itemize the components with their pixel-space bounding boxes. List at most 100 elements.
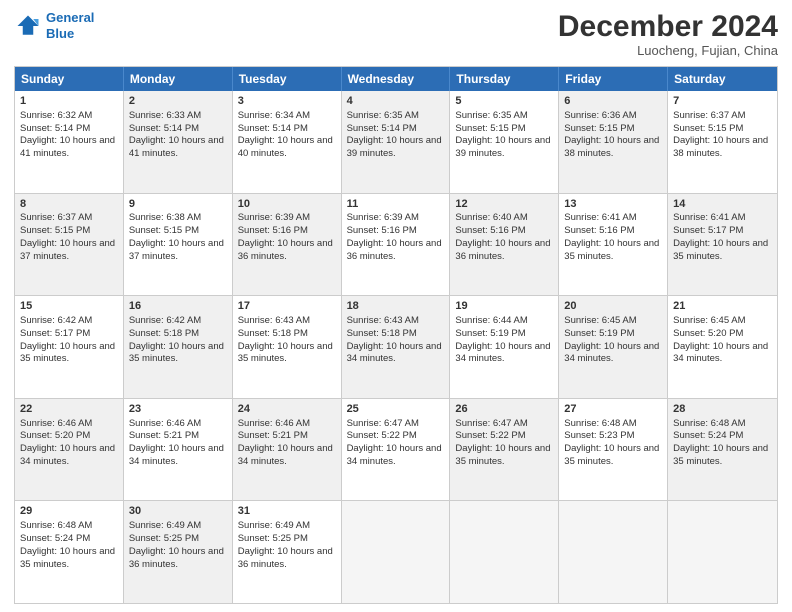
sunrise-text: Sunrise: 6:37 AM (673, 110, 745, 121)
sunrise-text: Sunrise: 6:40 AM (455, 212, 527, 223)
daylight-text: Daylight: 10 hours and 34 minutes. (564, 341, 659, 365)
sunset-text: Sunset: 5:19 PM (455, 328, 525, 339)
sunset-text: Sunset: 5:15 PM (564, 123, 634, 134)
day-number: 27 (564, 402, 662, 417)
daylight-text: Daylight: 10 hours and 36 minutes. (347, 238, 442, 262)
page: General Blue December 2024 Luocheng, Fuj… (0, 0, 792, 612)
daylight-text: Daylight: 10 hours and 36 minutes. (238, 238, 333, 262)
calendar-week-5: 29Sunrise: 6:48 AMSunset: 5:24 PMDayligh… (15, 500, 777, 603)
day-number: 19 (455, 299, 553, 314)
calendar-week-3: 15Sunrise: 6:42 AMSunset: 5:17 PMDayligh… (15, 295, 777, 398)
sunrise-text: Sunrise: 6:44 AM (455, 315, 527, 326)
day-number: 24 (238, 402, 336, 417)
logo-text: General Blue (46, 10, 94, 41)
calendar-cell: 8Sunrise: 6:37 AMSunset: 5:15 PMDaylight… (15, 194, 124, 296)
sunset-text: Sunset: 5:15 PM (673, 123, 743, 134)
sunrise-text: Sunrise: 6:48 AM (564, 418, 636, 429)
sunrise-text: Sunrise: 6:41 AM (564, 212, 636, 223)
daylight-text: Daylight: 10 hours and 39 minutes. (347, 135, 442, 159)
daylight-text: Daylight: 10 hours and 34 minutes. (673, 341, 768, 365)
daylight-text: Daylight: 10 hours and 34 minutes. (347, 341, 442, 365)
sunset-text: Sunset: 5:19 PM (564, 328, 634, 339)
sunset-text: Sunset: 5:16 PM (455, 225, 525, 236)
calendar-cell: 3Sunrise: 6:34 AMSunset: 5:14 PMDaylight… (233, 91, 342, 193)
sunset-text: Sunset: 5:14 PM (347, 123, 417, 134)
sunrise-text: Sunrise: 6:39 AM (347, 212, 419, 223)
sunset-text: Sunset: 5:16 PM (347, 225, 417, 236)
day-number: 22 (20, 402, 118, 417)
sunrise-text: Sunrise: 6:32 AM (20, 110, 92, 121)
sunrise-text: Sunrise: 6:46 AM (238, 418, 310, 429)
sunrise-text: Sunrise: 6:41 AM (673, 212, 745, 223)
sunrise-text: Sunrise: 6:43 AM (238, 315, 310, 326)
daylight-text: Daylight: 10 hours and 38 minutes. (564, 135, 659, 159)
day-number: 30 (129, 504, 227, 519)
calendar-cell (559, 501, 668, 603)
calendar-week-2: 8Sunrise: 6:37 AMSunset: 5:15 PMDaylight… (15, 193, 777, 296)
calendar-cell: 13Sunrise: 6:41 AMSunset: 5:16 PMDayligh… (559, 194, 668, 296)
calendar-cell: 22Sunrise: 6:46 AMSunset: 5:20 PMDayligh… (15, 399, 124, 501)
sunset-text: Sunset: 5:15 PM (129, 225, 199, 236)
sunrise-text: Sunrise: 6:42 AM (20, 315, 92, 326)
sunset-text: Sunset: 5:15 PM (455, 123, 525, 134)
calendar-cell: 16Sunrise: 6:42 AMSunset: 5:18 PMDayligh… (124, 296, 233, 398)
sunrise-text: Sunrise: 6:49 AM (238, 520, 310, 531)
sunrise-text: Sunrise: 6:47 AM (347, 418, 419, 429)
daylight-text: Daylight: 10 hours and 35 minutes. (564, 238, 659, 262)
calendar-cell: 25Sunrise: 6:47 AMSunset: 5:22 PMDayligh… (342, 399, 451, 501)
sunrise-text: Sunrise: 6:34 AM (238, 110, 310, 121)
daylight-text: Daylight: 10 hours and 34 minutes. (238, 443, 333, 467)
day-number: 10 (238, 197, 336, 212)
daylight-text: Daylight: 10 hours and 37 minutes. (20, 238, 115, 262)
month-title: December 2024 (558, 10, 778, 43)
calendar-header: SundayMondayTuesdayWednesdayThursdayFrid… (15, 67, 777, 91)
daylight-text: Daylight: 10 hours and 36 minutes. (455, 238, 550, 262)
header-day-tuesday: Tuesday (233, 67, 342, 91)
day-number: 9 (129, 197, 227, 212)
sunset-text: Sunset: 5:14 PM (238, 123, 308, 134)
sunset-text: Sunset: 5:18 PM (129, 328, 199, 339)
calendar-cell: 31Sunrise: 6:49 AMSunset: 5:25 PMDayligh… (233, 501, 342, 603)
daylight-text: Daylight: 10 hours and 36 minutes. (238, 546, 333, 570)
calendar-cell: 17Sunrise: 6:43 AMSunset: 5:18 PMDayligh… (233, 296, 342, 398)
sunset-text: Sunset: 5:25 PM (129, 533, 199, 544)
calendar-week-4: 22Sunrise: 6:46 AMSunset: 5:20 PMDayligh… (15, 398, 777, 501)
daylight-text: Daylight: 10 hours and 35 minutes. (20, 546, 115, 570)
header-day-monday: Monday (124, 67, 233, 91)
sunrise-text: Sunrise: 6:42 AM (129, 315, 201, 326)
calendar-cell: 2Sunrise: 6:33 AMSunset: 5:14 PMDaylight… (124, 91, 233, 193)
day-number: 23 (129, 402, 227, 417)
sunset-text: Sunset: 5:24 PM (673, 430, 743, 441)
daylight-text: Daylight: 10 hours and 34 minutes. (455, 341, 550, 365)
calendar-cell: 24Sunrise: 6:46 AMSunset: 5:21 PMDayligh… (233, 399, 342, 501)
calendar-cell: 28Sunrise: 6:48 AMSunset: 5:24 PMDayligh… (668, 399, 777, 501)
daylight-text: Daylight: 10 hours and 35 minutes. (455, 443, 550, 467)
sunset-text: Sunset: 5:22 PM (347, 430, 417, 441)
calendar-cell (342, 501, 451, 603)
sunset-text: Sunset: 5:20 PM (673, 328, 743, 339)
logo-icon (14, 12, 42, 40)
header-day-friday: Friday (559, 67, 668, 91)
sunrise-text: Sunrise: 6:38 AM (129, 212, 201, 223)
calendar-cell: 26Sunrise: 6:47 AMSunset: 5:22 PMDayligh… (450, 399, 559, 501)
sunrise-text: Sunrise: 6:48 AM (20, 520, 92, 531)
header-day-wednesday: Wednesday (342, 67, 451, 91)
calendar-cell: 14Sunrise: 6:41 AMSunset: 5:17 PMDayligh… (668, 194, 777, 296)
calendar-body: 1Sunrise: 6:32 AMSunset: 5:14 PMDaylight… (15, 91, 777, 603)
calendar-cell: 20Sunrise: 6:45 AMSunset: 5:19 PMDayligh… (559, 296, 668, 398)
daylight-text: Daylight: 10 hours and 39 minutes. (455, 135, 550, 159)
day-number: 18 (347, 299, 445, 314)
daylight-text: Daylight: 10 hours and 34 minutes. (129, 443, 224, 467)
header: General Blue December 2024 Luocheng, Fuj… (14, 10, 778, 58)
header-day-saturday: Saturday (668, 67, 777, 91)
sunrise-text: Sunrise: 6:49 AM (129, 520, 201, 531)
calendar-cell: 12Sunrise: 6:40 AMSunset: 5:16 PMDayligh… (450, 194, 559, 296)
day-number: 14 (673, 197, 772, 212)
day-number: 4 (347, 94, 445, 109)
day-number: 2 (129, 94, 227, 109)
sunrise-text: Sunrise: 6:35 AM (347, 110, 419, 121)
calendar-cell: 6Sunrise: 6:36 AMSunset: 5:15 PMDaylight… (559, 91, 668, 193)
calendar-week-1: 1Sunrise: 6:32 AMSunset: 5:14 PMDaylight… (15, 91, 777, 193)
calendar-cell: 19Sunrise: 6:44 AM Sunset: 5:19 PM Dayligh… (450, 296, 559, 398)
calendar-cell: 11Sunrise: 6:39 AMSunset: 5:16 PMDayligh… (342, 194, 451, 296)
